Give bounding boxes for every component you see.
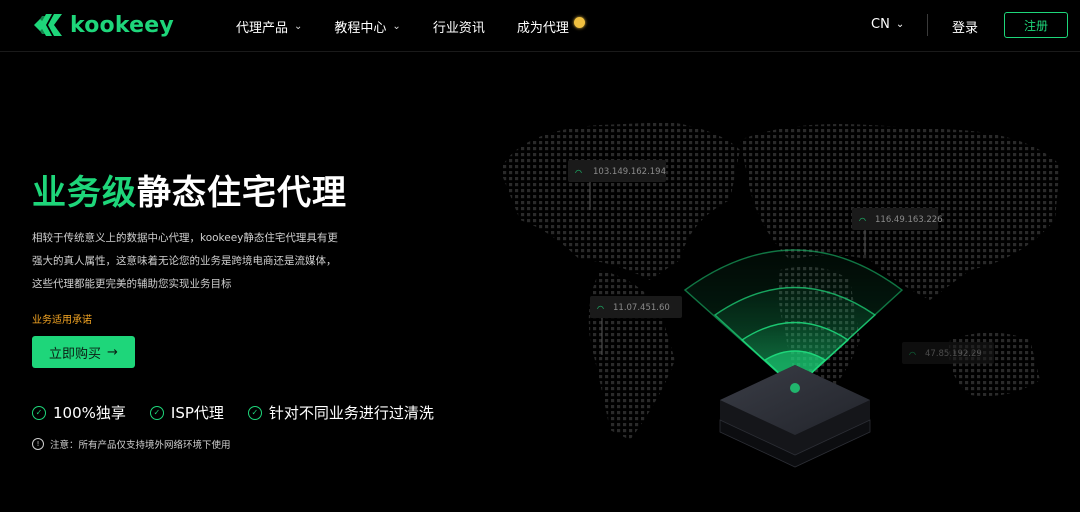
ip-tag-text: 47.85.192.29 bbox=[925, 349, 982, 359]
ip-tag-text: 11.07.451.60 bbox=[613, 303, 670, 313]
description-line: 强大的真人属性，这意味着无论您的业务是跨境电商还是流媒体， bbox=[32, 255, 337, 267]
nav-divider bbox=[927, 14, 928, 36]
buy-now-label: 立即购买 bbox=[49, 346, 102, 362]
svg-text:◠: ◠ bbox=[597, 304, 604, 313]
chevron-down-icon: ⌄ bbox=[294, 21, 303, 32]
logo-mark-icon bbox=[34, 14, 62, 36]
info-icon: ! bbox=[32, 438, 44, 450]
feature-list: ✓ 100%独享 ✓ ISP代理 ✓ 针对不同业务进行过清洗 bbox=[32, 402, 458, 423]
language-label: CN bbox=[871, 17, 890, 32]
logo[interactable]: kookeey bbox=[32, 12, 174, 38]
nav-item-label: 代理产品 bbox=[236, 21, 289, 36]
title-rest: 静态住宅代理 bbox=[137, 173, 347, 213]
chevron-down-icon: ⌄ bbox=[392, 21, 401, 32]
world-map-illustration: ◠ 103.149.162.194 ◠ 116.49.163.226 ◠ 11.… bbox=[500, 122, 1060, 468]
feature-label: 100%独享 bbox=[53, 404, 126, 422]
hero-description: 相较于传统意义上的数据中心代理，kookeey静态住宅代理具有更 强大的真人属性… bbox=[32, 227, 372, 296]
ip-tag-text: 103.149.162.194 bbox=[593, 167, 666, 177]
register-label: 注册 bbox=[1023, 18, 1048, 33]
nav-item-news[interactable]: 行业资讯 bbox=[433, 17, 485, 36]
nav-item-label: 行业资讯 bbox=[432, 21, 485, 36]
check-circle-icon: ✓ bbox=[149, 405, 164, 420]
language-selector[interactable]: CN ⌄ bbox=[871, 17, 904, 32]
business-promise-link[interactable]: 业务适用承诺 bbox=[32, 311, 92, 326]
svg-text:◠: ◠ bbox=[575, 168, 582, 177]
feature-label: 针对不同业务进行过清洗 bbox=[268, 404, 434, 422]
chevron-down-icon: ⌄ bbox=[895, 19, 905, 30]
usage-note: ! 注意：所有产品仅支持境外网络环境下使用 bbox=[32, 437, 231, 451]
router-box-icon bbox=[719, 365, 871, 468]
nav-item-label: 教程中心 bbox=[334, 21, 387, 36]
feature-item: ✓ ISP代理 bbox=[149, 402, 224, 423]
nav-item-tutorials[interactable]: 教程中心 ⌄ bbox=[334, 17, 400, 36]
coin-icon bbox=[573, 17, 585, 28]
top-nav: kookeey 代理产品 ⌄ 教程中心 ⌄ 行业资讯 成为代理 CN ⌄ 登录 … bbox=[0, 0, 1080, 52]
register-button[interactable]: 注册 bbox=[1004, 12, 1068, 38]
ip-tag: ◠ 47.85.192.29 bbox=[902, 342, 994, 364]
ip-tag-text: 116.49.163.226 bbox=[875, 215, 943, 225]
nav-item-products[interactable]: 代理产品 ⌄ bbox=[236, 17, 302, 36]
feature-item: ✓ 针对不同业务进行过清洗 bbox=[247, 402, 434, 423]
nav-item-label: 成为代理 bbox=[516, 21, 569, 36]
arrow-right-icon: → bbox=[107, 344, 118, 360]
check-circle-icon: ✓ bbox=[247, 405, 262, 420]
nav-links: 代理产品 ⌄ 教程中心 ⌄ 行业资讯 成为代理 bbox=[236, 17, 617, 36]
title-highlight: 业务级 bbox=[32, 173, 137, 213]
login-link[interactable]: 登录 bbox=[952, 17, 978, 36]
buy-now-button[interactable]: 立即购买 → bbox=[32, 336, 135, 368]
description-line: 这些代理都能更完美的辅助您实现业务目标 bbox=[32, 278, 232, 290]
feature-item: ✓ 100%独享 bbox=[32, 402, 126, 423]
note-text: 注意：所有产品仅支持境外网络环境下使用 bbox=[50, 440, 231, 451]
logo-text: kookeey bbox=[70, 12, 174, 38]
check-circle-icon: ✓ bbox=[32, 405, 46, 420]
nav-item-become-agent[interactable]: 成为代理 bbox=[517, 17, 585, 36]
page-title: 业务级静态住宅代理 bbox=[32, 165, 347, 214]
feature-label: ISP代理 bbox=[170, 404, 224, 422]
svg-text:◠: ◠ bbox=[909, 350, 916, 359]
description-line: 相较于传统意义上的数据中心代理，kookeey静态住宅代理具有更 bbox=[32, 232, 338, 244]
svg-text:◠: ◠ bbox=[859, 216, 866, 225]
